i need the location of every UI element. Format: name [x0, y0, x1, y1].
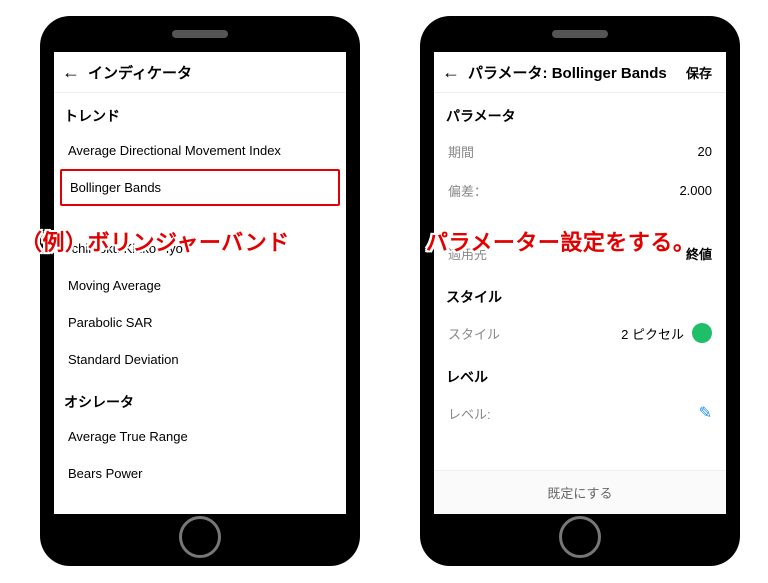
phone-left: ← インディケータ トレンド Average Directional Movem… — [40, 16, 360, 566]
style-value-text: 2 ピクセル — [621, 324, 684, 343]
param-value: 20 — [698, 144, 712, 159]
phone-right: ← パラメータ: Bollinger Bands 保存 パラメータ 期間 20 … — [420, 16, 740, 566]
param-row-period[interactable]: 期間 20 — [434, 132, 726, 171]
style-row[interactable]: スタイル 2 ピクセル — [434, 313, 726, 353]
back-arrow-icon[interactable]: ← — [62, 62, 88, 83]
appbar-right: ← パラメータ: Bollinger Bands 保存 — [434, 52, 726, 93]
section-header-param: パラメータ — [434, 92, 726, 132]
section-header-oscillator: オシレータ — [54, 378, 346, 418]
spacer — [434, 210, 726, 234]
back-arrow-icon[interactable]: ← — [442, 62, 468, 83]
list-item[interactable]: Standard Deviation — [54, 341, 346, 378]
color-dot-icon[interactable] — [692, 323, 712, 343]
list-item-hidden — [54, 206, 346, 230]
style-label: スタイル — [448, 324, 500, 343]
param-label: 期間 — [448, 142, 474, 161]
content-left: トレンド Average Directional Movement Index … — [54, 92, 346, 514]
style-value: 2 ピクセル — [621, 323, 712, 343]
list-item[interactable]: Average Directional Movement Index — [54, 132, 346, 169]
param-label: 適用先 — [448, 244, 487, 263]
reset-default-button[interactable]: 既定にする — [434, 470, 726, 514]
phone-speaker — [172, 30, 228, 38]
appbar-title-right: パラメータ: Bollinger Bands — [468, 62, 680, 83]
param-row-applyto[interactable]: 適用先 終値 — [434, 234, 726, 273]
section-header-style: スタイル — [434, 273, 726, 313]
home-button-icon[interactable] — [559, 516, 601, 558]
list-item[interactable]: Average True Range — [54, 418, 346, 455]
save-button[interactable]: 保存 — [680, 59, 718, 86]
level-row[interactable]: レベル: ✎ — [434, 393, 726, 433]
appbar-title-left: インディケータ — [88, 62, 338, 83]
content-right: パラメータ 期間 20 偏差： 2.000 適用先 終値 スタイル スタイル — [434, 92, 726, 514]
param-value: 終値 — [686, 244, 712, 263]
list-item[interactable]: Ichimoku Kinko Hyo — [54, 230, 346, 267]
list-item[interactable]: Bears Power — [54, 455, 346, 492]
list-item[interactable]: Parabolic SAR — [54, 304, 346, 341]
list-item[interactable]: Moving Average — [54, 267, 346, 304]
phone-speaker — [552, 30, 608, 38]
section-header-trend: トレンド — [54, 92, 346, 132]
param-label: 偏差： — [448, 181, 487, 200]
screen-right: ← パラメータ: Bollinger Bands 保存 パラメータ 期間 20 … — [434, 52, 726, 514]
param-value: 2.000 — [679, 183, 712, 198]
pencil-icon[interactable]: ✎ — [699, 403, 712, 423]
param-row-deviation[interactable]: 偏差： 2.000 — [434, 171, 726, 210]
appbar-left: ← インディケータ — [54, 52, 346, 93]
home-button-icon[interactable] — [179, 516, 221, 558]
section-header-level: レベル — [434, 353, 726, 393]
list-item-bollinger[interactable]: Bollinger Bands — [60, 169, 340, 206]
screen-left: ← インディケータ トレンド Average Directional Movem… — [54, 52, 346, 514]
level-label: レベル: — [448, 404, 491, 423]
